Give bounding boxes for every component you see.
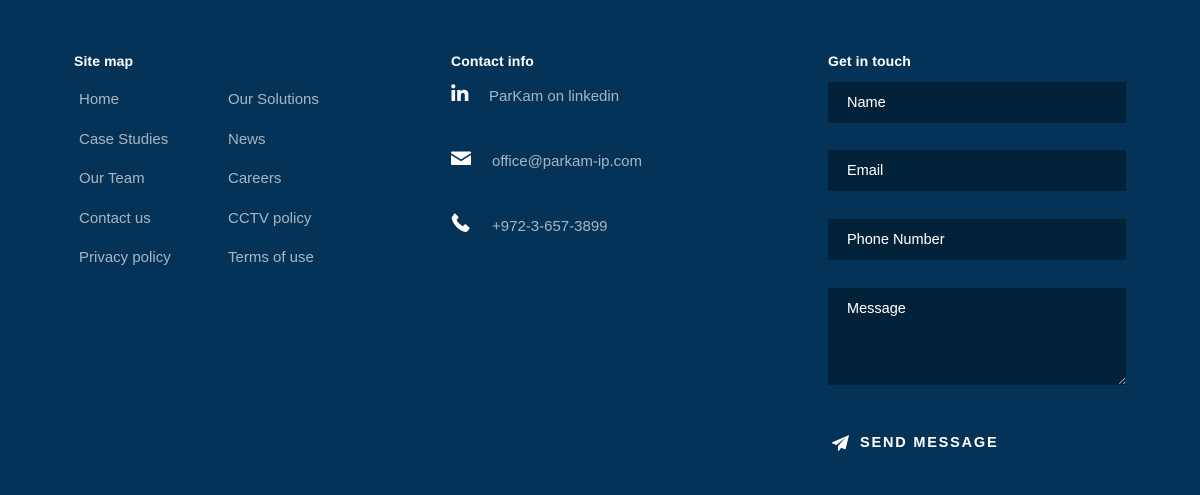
envelope-icon [451,150,471,170]
sitemap-item: Our Team [79,169,171,209]
sitemap-item: Careers [228,169,319,209]
linkedin-link[interactable]: ParKam on linkedin [489,88,619,105]
send-message-button[interactable]: Send message [832,430,998,456]
sitemap-item: Privacy policy [79,248,171,288]
sitemap-link-our-team[interactable]: Our Team [79,170,145,187]
sitemap-column-2: Our Solutions News Careers CCTV policy T… [228,90,319,288]
site-footer: Site map Home Case Studies Our Team Cont… [0,0,1200,495]
sitemap-column-1: Home Case Studies Our Team Contact us Pr… [79,90,171,288]
sitemap-link-case-studies[interactable]: Case Studies [79,131,168,148]
linkedin-icon[interactable] [451,84,471,104]
sitemap-link-privacy-policy[interactable]: Privacy policy [79,249,171,266]
sitemap-link-news[interactable]: News [228,131,266,148]
sitemap-item: CCTV policy [228,209,319,249]
contact-title: Contact info [451,53,534,69]
paper-plane-icon [832,434,849,452]
name-field[interactable] [828,82,1126,123]
sitemap-link-contact-us[interactable]: Contact us [79,210,151,227]
sitemap-item: News [228,130,319,170]
message-field[interactable] [828,288,1126,385]
sitemap-title: Site map [74,53,134,69]
sitemap-item: Contact us [79,209,171,249]
sitemap-item: Our Solutions [228,90,319,130]
sitemap-link-our-solutions[interactable]: Our Solutions [228,91,319,108]
phone-field[interactable] [828,219,1126,260]
sitemap-item: Case Studies [79,130,171,170]
email-link[interactable]: office@parkam-ip.com [492,153,642,170]
sitemap-item: Terms of use [228,248,319,288]
phone-icon [451,213,471,233]
send-message-label: Send message [860,435,999,451]
email-field[interactable] [828,150,1126,191]
sitemap-link-careers[interactable]: Careers [228,170,281,187]
sitemap-link-home[interactable]: Home [79,91,119,108]
sitemap-link-terms-of-use[interactable]: Terms of use [228,249,314,266]
form-title: Get in touch [828,53,911,69]
sitemap-item: Home [79,90,171,130]
sitemap-link-cctv-policy[interactable]: CCTV policy [228,210,311,227]
phone-link[interactable]: +972-3-657-3899 [492,218,608,235]
